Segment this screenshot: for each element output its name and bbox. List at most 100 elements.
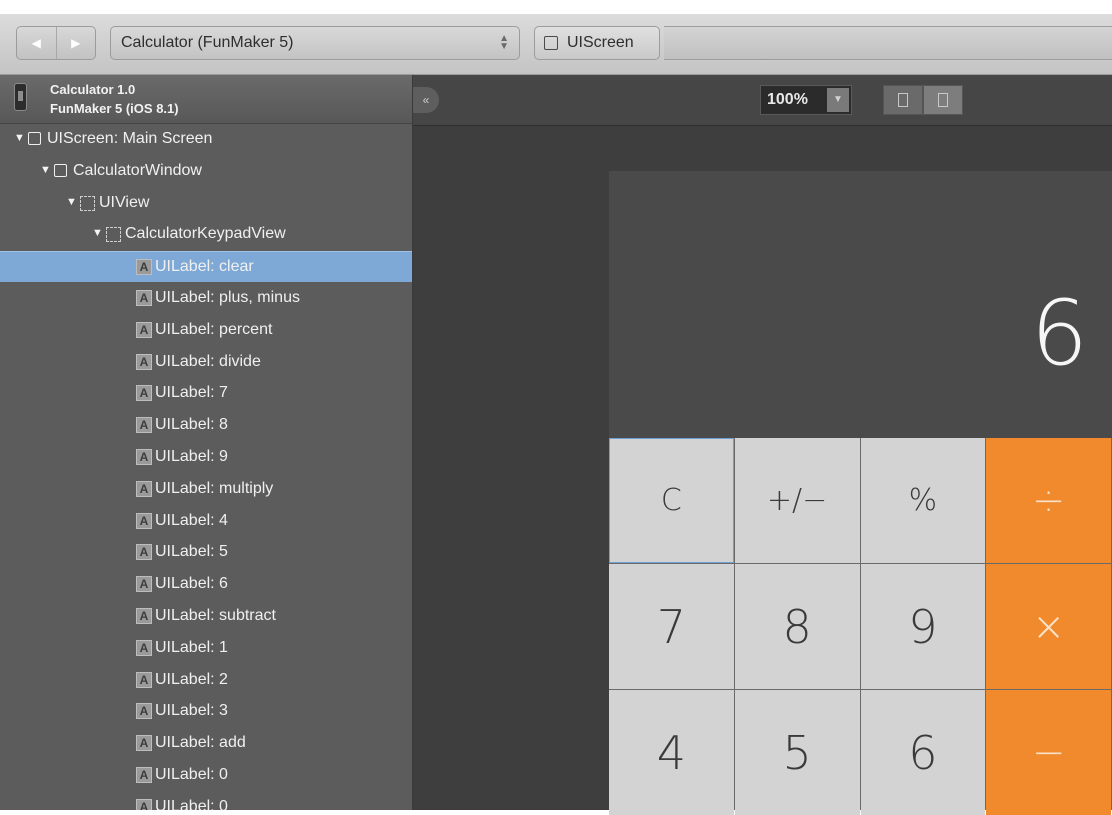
calculator-keypad: C +/−% ÷ 7 8 9 × 4 5 6−: [609, 438, 1112, 815]
tree-row[interactable]: A UILabel: 7: [0, 378, 412, 409]
key-function[interactable]: %: [860, 438, 986, 563]
chevron-left-icon: ◀: [31, 36, 41, 50]
screen-chip[interactable]: UIScreen: [534, 26, 660, 60]
tree-row-label: UILabel: plus, minus: [155, 289, 300, 306]
device-3d-icon: [938, 93, 948, 107]
key-digit[interactable]: 5: [734, 690, 860, 815]
tree-row[interactable]: ▼ UIScreen: Main Screen: [0, 124, 412, 155]
tree-row[interactable]: A UILabel: 1: [0, 633, 412, 664]
tree-row-label: UILabel: divide: [155, 352, 261, 370]
label-icon: A: [136, 449, 152, 465]
tree-row-label: UILabel: 3: [155, 702, 228, 720]
tree-row-label: UILabel: multiply: [155, 479, 274, 497]
back-button[interactable]: ◀: [17, 27, 56, 59]
key-function[interactable]: +/−: [734, 438, 860, 563]
tree-row[interactable]: A UILabel: divide: [0, 347, 412, 378]
tree-row-label: UILabel: 5: [155, 543, 228, 561]
tree-row-label: CalculatorWindow: [73, 161, 202, 179]
tree-row[interactable]: A UILabel: 0: [0, 792, 412, 810]
tree-row[interactable]: A UILabel: clear: [0, 251, 412, 283]
tree-row[interactable]: A UILabel: plus, minus: [0, 283, 412, 314]
tree-row[interactable]: A UILabel: subtract: [0, 601, 412, 632]
label-icon: A: [136, 480, 152, 497]
label-icon: A: [136, 385, 152, 402]
tree-row[interactable]: A UILabel: 3: [0, 696, 412, 727]
tree-row[interactable]: ▼ CalculatorWindow: [0, 156, 412, 187]
label-icon: A: [136, 608, 152, 624]
view-icon: [80, 195, 95, 211]
key-operator[interactable]: ×: [986, 564, 1111, 689]
tree-row[interactable]: ▼ CalculatorKeypadView: [0, 219, 412, 250]
label-icon: A: [136, 576, 152, 593]
device-portrait-icon: [898, 93, 908, 107]
tree-row-label: UILabel: 8: [155, 416, 228, 434]
preview-canvas: « 100% ▼ 6 C +/−% ÷ 7 8 9 × 4 5 6−: [413, 75, 1112, 815]
label-icon: A: [136, 639, 152, 656]
calculator-display: 6: [609, 171, 1112, 438]
label-icon: A: [136, 767, 152, 783]
target-selector[interactable]: Calculator (FunMaker 5) ▲ ▼: [110, 26, 520, 60]
tree-row[interactable]: A UILabel: 4: [0, 506, 412, 537]
double-chevron-left-icon: «: [422, 93, 430, 107]
label-icon: A: [136, 735, 152, 752]
tree-row[interactable]: A UILabel: 6: [0, 569, 412, 600]
tree-row[interactable]: A UILabel: 9: [0, 442, 412, 473]
device-header[interactable]: Calculator 1.0 FunMaker 5 (iOS 8.1): [0, 75, 412, 124]
tree-row-label: UILabel: 7: [155, 384, 228, 402]
device-icon: [14, 83, 27, 111]
disclosure-triangle-icon[interactable]: ▼: [66, 196, 77, 208]
tree-row[interactable]: A UILabel: 8: [0, 410, 412, 441]
zoom-select[interactable]: 100% ▼: [760, 85, 852, 115]
tree-row[interactable]: A UILabel: percent: [0, 315, 412, 346]
tree-row-label: UILabel: 6: [155, 575, 228, 593]
tree-row-label: UILabel: 9: [155, 448, 228, 465]
tree-row[interactable]: A UILabel: 2: [0, 665, 412, 696]
tree-row[interactable]: A UILabel: multiply: [0, 474, 412, 505]
tree-row[interactable]: A UILabel: add: [0, 728, 412, 759]
canvas-toolbar: « 100% ▼: [413, 75, 1112, 126]
breadcrumb-bar: [664, 26, 1112, 60]
forward-button[interactable]: ▶: [55, 27, 96, 59]
device-subtitle: FunMaker 5 (iOS 8.1): [50, 101, 179, 116]
key-function[interactable]: C: [609, 438, 734, 563]
label-icon: A: [136, 353, 152, 370]
screen-icon: [544, 36, 558, 50]
tree-row-label: UILabel: 0: [155, 797, 228, 810]
window-icon: [54, 163, 67, 177]
key-digit[interactable]: 9: [860, 564, 986, 689]
tree-row[interactable]: A UILabel: 5: [0, 537, 412, 568]
key-digit[interactable]: 4: [609, 690, 734, 815]
label-icon: A: [136, 544, 152, 561]
key-digit[interactable]: 8: [734, 564, 860, 689]
disclosure-triangle-icon[interactable]: ▼: [92, 227, 103, 239]
key-operator[interactable]: ÷: [986, 438, 1111, 563]
display-value: 6: [1030, 281, 1088, 386]
device-3d-button[interactable]: [923, 85, 963, 115]
tree-row-label: UIView: [99, 193, 150, 211]
disclosure-triangle-icon[interactable]: ▼: [14, 132, 25, 144]
label-icon: A: [136, 512, 152, 529]
tree-row[interactable]: ▼ UIView: [0, 188, 412, 219]
tree-row[interactable]: A UILabel: 0: [0, 760, 412, 791]
device-portrait-button[interactable]: [883, 85, 923, 115]
chevron-down-icon: ▼: [827, 88, 849, 112]
disclosure-triangle-icon[interactable]: ▼: [40, 164, 51, 176]
zoom-value: 100%: [767, 91, 808, 108]
key-operator[interactable]: −: [986, 690, 1111, 815]
tree-row-label: UIScreen: Main Screen: [47, 130, 213, 147]
tree-row-label: UILabel: add: [155, 734, 246, 752]
tree-row-label: UILabel: percent: [155, 320, 273, 338]
hierarchy-sidebar: Calculator 1.0 FunMaker 5 (iOS 8.1) ▼ UIS…: [0, 75, 413, 810]
view-icon: [106, 227, 121, 243]
target-selector-label: Calculator (FunMaker 5): [121, 34, 294, 51]
chevron-right-icon: ▶: [71, 36, 81, 50]
updown-arrows-icon: ▲ ▼: [499, 33, 509, 52]
label-icon: A: [136, 290, 152, 306]
tree-row-label: UILabel: 1: [155, 638, 228, 656]
toolbar: ◀ ▶ Calculator (FunMaker 5) ▲ ▼ UIScreen: [0, 14, 1112, 75]
key-digit[interactable]: 7: [609, 564, 734, 689]
collapse-sidebar-button[interactable]: «: [413, 87, 439, 113]
tree-row-label: UILabel: clear: [155, 258, 254, 276]
app-title: Calculator 1.0: [50, 82, 136, 97]
key-digit[interactable]: 6: [860, 690, 986, 815]
